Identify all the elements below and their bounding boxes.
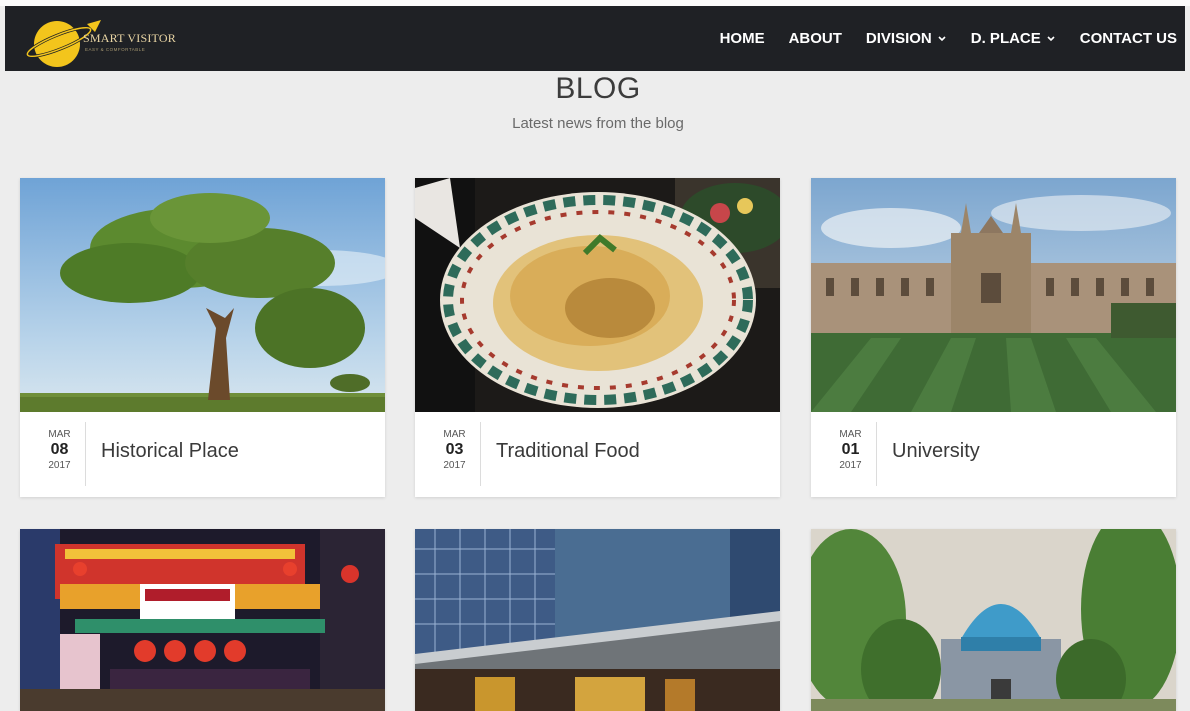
nav-home[interactable]: HOME [720, 30, 765, 47]
nav-about-label: ABOUT [788, 30, 842, 47]
date-day: 01 [841, 441, 860, 458]
food-plate-photo[interactable] [415, 178, 780, 412]
nav-contact-label: CONTACT US [1079, 30, 1177, 47]
chevron-down-icon [938, 35, 946, 41]
blog-card-traditional-food[interactable]: MAR 03 2017 Traditional Food [415, 178, 780, 497]
date-year: 2017 [839, 460, 862, 471]
logo[interactable]: SMART VISITOR EASY & COMFORTABLE [25, 18, 176, 68]
main-menu: HOME ABOUT DIVISION D. PLACE CONTACT US [696, 6, 1177, 71]
nav-division[interactable]: DIVISION [866, 30, 947, 47]
date-year: 2017 [48, 460, 71, 471]
post-date: MAR 08 2017 [44, 429, 75, 471]
logo-tagline: EASY & COMFORTABLE [85, 47, 146, 52]
date-divider [85, 422, 86, 486]
clinic-building-photo[interactable] [415, 529, 780, 711]
date-day: 08 [50, 441, 69, 458]
nav-division-label: DIVISION [865, 30, 932, 47]
date-day: 03 [445, 441, 464, 458]
blog-card[interactable] [20, 529, 385, 711]
tree-photo[interactable] [20, 178, 385, 412]
date-month: MAR [443, 429, 466, 440]
chevron-down-icon [1047, 35, 1055, 41]
nav-home-label: HOME [719, 30, 765, 47]
date-divider [876, 422, 877, 486]
card-footer: MAR 08 2017 Historical Place [20, 412, 385, 497]
nav-about[interactable]: ABOUT [789, 30, 842, 47]
mosque-photo[interactable] [811, 529, 1176, 711]
blog-card-university[interactable]: MAR 01 2017 University [811, 178, 1176, 497]
logo-title: SMART VISITOR [83, 31, 176, 45]
blog-card[interactable] [415, 529, 780, 711]
nav-contact-us[interactable]: CONTACT US [1080, 30, 1177, 47]
date-month: MAR [839, 429, 862, 440]
post-date: MAR 01 2017 [835, 429, 866, 471]
blog-card-historical-place[interactable]: MAR 08 2017 Historical Place [20, 178, 385, 497]
page-title: BLOG [555, 72, 641, 105]
date-month: MAR [48, 429, 71, 440]
nav-d-place-label: D. PLACE [970, 30, 1041, 47]
date-divider [480, 422, 481, 486]
blog-card[interactable] [811, 529, 1176, 711]
night-market-photo[interactable] [20, 529, 385, 711]
post-title[interactable]: Historical Place [101, 440, 239, 463]
nav-d-place[interactable]: D. PLACE [971, 30, 1056, 47]
card-footer: MAR 03 2017 Traditional Food [415, 412, 780, 497]
card-footer: MAR 01 2017 University [811, 412, 1176, 497]
post-title[interactable]: University [892, 440, 980, 463]
page-subtitle: Latest news from the blog [512, 115, 684, 132]
university-building-photo[interactable] [811, 178, 1176, 412]
navbar: SMART VISITOR EASY & COMFORTABLE HOME AB… [5, 6, 1185, 71]
date-year: 2017 [443, 460, 466, 471]
post-date: MAR 03 2017 [439, 429, 470, 471]
post-title[interactable]: Traditional Food [496, 440, 640, 463]
